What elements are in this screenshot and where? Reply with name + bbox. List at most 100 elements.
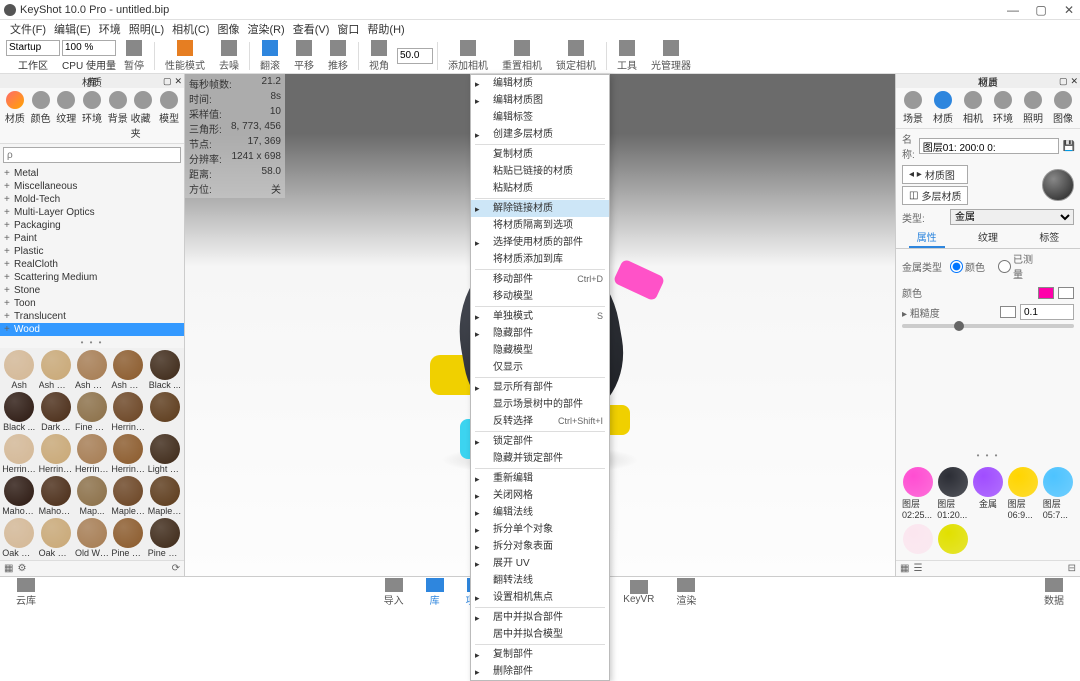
close-panel-icon[interactable]: ✕ xyxy=(1070,76,1078,87)
menu-edit[interactable]: 编辑(E) xyxy=(50,21,95,37)
subtab-attr[interactable]: 属性 xyxy=(909,227,945,248)
tree-node[interactable]: Translucent xyxy=(0,310,184,323)
tree-node[interactable]: Metal xyxy=(0,167,184,180)
search-input[interactable] xyxy=(3,147,181,163)
menu-item[interactable]: ▸复制部件 xyxy=(471,646,609,663)
menu-item[interactable]: ▸隐藏部件 xyxy=(471,325,609,342)
menu-view[interactable]: 查看(V) xyxy=(289,21,334,37)
tree-node[interactable]: RealCloth xyxy=(0,258,184,271)
refresh-icon[interactable]: ⟳ xyxy=(172,563,180,574)
material-thumb[interactable]: Black ... xyxy=(2,392,36,432)
history-material[interactable]: 图层01:20... xyxy=(937,467,968,520)
tree-node[interactable]: Miscellaneous xyxy=(0,180,184,193)
save-icon[interactable]: 💾 xyxy=(1063,141,1075,152)
menu-item[interactable]: 复制材质 xyxy=(471,146,609,163)
tab-materials[interactable]: 材质 xyxy=(2,91,28,140)
persp-button[interactable]: 视角 xyxy=(363,40,395,72)
menu-item[interactable]: ▸删除部件 xyxy=(471,663,609,680)
tab-lighting[interactable]: 照明 xyxy=(1019,91,1047,125)
material-thumb[interactable]: Map... xyxy=(75,476,109,516)
rough-slider[interactable] xyxy=(902,324,1074,328)
menu-item[interactable]: ▸单独模式S xyxy=(471,308,609,325)
menu-item[interactable]: ▸编辑材质 xyxy=(471,75,609,92)
tree-node[interactable]: Mold-Tech xyxy=(0,193,184,206)
split-button[interactable]: 数据 xyxy=(1036,578,1072,607)
menu-item[interactable]: ▸居中并拟合部件 xyxy=(471,609,609,626)
color-radio[interactable]: 颜色 xyxy=(950,259,994,274)
tree-node[interactable]: Scattering Medium xyxy=(0,271,184,284)
material-thumb[interactable]: Oak Wo... xyxy=(38,518,72,558)
material-thumb[interactable]: Mahogan... xyxy=(2,476,36,516)
tab-colors[interactable]: 颜色 xyxy=(28,91,54,140)
pan-button[interactable]: 平移 xyxy=(288,40,320,72)
del-icon[interactable]: ⊟ xyxy=(1068,563,1076,574)
rough-tex[interactable] xyxy=(1000,306,1016,318)
render-button[interactable]: 渲染 xyxy=(668,578,704,607)
pause-button[interactable]: 暂停 xyxy=(118,40,150,72)
workspace-select[interactable] xyxy=(6,40,60,56)
menu-item[interactable]: 粘贴材质 xyxy=(471,180,609,197)
filter-icon[interactable]: ⚙ xyxy=(17,563,26,574)
tree-node[interactable]: Plastic xyxy=(0,245,184,258)
menu-item[interactable]: ▸设置相机焦点 xyxy=(471,589,609,606)
menu-item[interactable]: 移动模型 xyxy=(471,288,609,305)
list-icon[interactable]: ☰ xyxy=(913,563,922,574)
menu-render[interactable]: 渲染(R) xyxy=(243,21,288,37)
tree-node[interactable]: Toon xyxy=(0,297,184,310)
menu-item[interactable]: 移动部件Ctrl+D xyxy=(471,271,609,288)
subtab-tex[interactable]: 纹理 xyxy=(970,227,1006,248)
menu-light[interactable]: 照明(L) xyxy=(125,21,168,37)
tab-textures[interactable]: 纹理 xyxy=(53,91,79,140)
ksvr-button[interactable]: KeyVR xyxy=(615,580,662,605)
menu-item[interactable]: 隐藏模型 xyxy=(471,342,609,359)
material-thumb[interactable]: Black ... xyxy=(148,350,182,390)
menu-item[interactable]: ▸显示所有部件 xyxy=(471,379,609,396)
material-thumb[interactable]: Maple ... xyxy=(111,476,145,516)
name-input[interactable] xyxy=(919,138,1059,154)
tree-node[interactable]: Multi-Layer Optics xyxy=(0,206,184,219)
menu-item[interactable]: ▸重新编辑 xyxy=(471,470,609,487)
tree-node[interactable]: Paint xyxy=(0,232,184,245)
splitter-dots[interactable]: • • • xyxy=(0,337,184,348)
subtab-label[interactable]: 标签 xyxy=(1031,227,1067,248)
menu-item[interactable]: ▸创建多层材质 xyxy=(471,126,609,143)
tab-fav[interactable]: 收藏夹 xyxy=(131,91,157,140)
matgraph-button[interactable]: ◂ ▸ 材质图 xyxy=(902,165,968,184)
history-material[interactable]: 图层 05:7... xyxy=(1043,467,1074,520)
measured-radio[interactable]: 已测量 xyxy=(998,251,1042,281)
menu-help[interactable]: 帮助(H) xyxy=(363,21,408,37)
history-material[interactable]: 图层02:25... xyxy=(902,467,933,520)
lib-button[interactable]: 库 xyxy=(418,578,452,607)
material-thumb[interactable]: Ash Wo... xyxy=(111,350,145,390)
dolly-button[interactable]: 推移 xyxy=(322,40,354,72)
tumble-button[interactable]: 翻滚 xyxy=(254,40,286,72)
history-material[interactable] xyxy=(937,524,968,554)
tab-camera[interactable]: 相机 xyxy=(959,91,987,125)
multimat-button[interactable]: ◫ 多层材质 xyxy=(902,186,968,205)
material-thumb[interactable]: Maple ... xyxy=(148,476,182,516)
tab-model[interactable]: 模型 xyxy=(156,91,182,140)
material-thumb[interactable]: Light Oak xyxy=(148,434,182,474)
tab-envp[interactable]: 环境 xyxy=(989,91,1017,125)
color-swatch[interactable] xyxy=(1038,287,1054,299)
menu-item[interactable]: ▸锁定部件 xyxy=(471,433,609,450)
menu-item[interactable]: ▸编辑法线 xyxy=(471,504,609,521)
rough-input[interactable] xyxy=(1020,304,1074,320)
perf-button[interactable]: 性能模式 xyxy=(159,40,211,72)
material-thumb[interactable]: Fine Gr... xyxy=(75,392,109,432)
history-material[interactable]: 图层 06:9... xyxy=(1008,467,1039,520)
close-panel-icon[interactable]: ✕ xyxy=(174,76,182,87)
undock-icon[interactable]: ▢ xyxy=(1059,76,1068,87)
material-thumb[interactable]: Herringb... xyxy=(2,434,36,474)
history-material[interactable]: 金属 xyxy=(972,467,1003,520)
grid-icon[interactable]: ▦ xyxy=(900,563,909,574)
menu-item[interactable]: 编辑标签 xyxy=(471,109,609,126)
tab-back[interactable]: 背景 xyxy=(105,91,131,140)
tab-image[interactable]: 图像 xyxy=(1049,91,1077,125)
menu-item[interactable]: 将材质添加到库 xyxy=(471,251,609,268)
menu-window[interactable]: 窗口 xyxy=(333,21,363,37)
material-thumb[interactable]: Ash Wo... xyxy=(75,350,109,390)
material-thumb[interactable]: Mahogan... xyxy=(38,476,72,516)
addcam-button[interactable]: 添加相机 xyxy=(442,40,494,72)
grid-icon[interactable]: ▦ xyxy=(4,563,13,574)
